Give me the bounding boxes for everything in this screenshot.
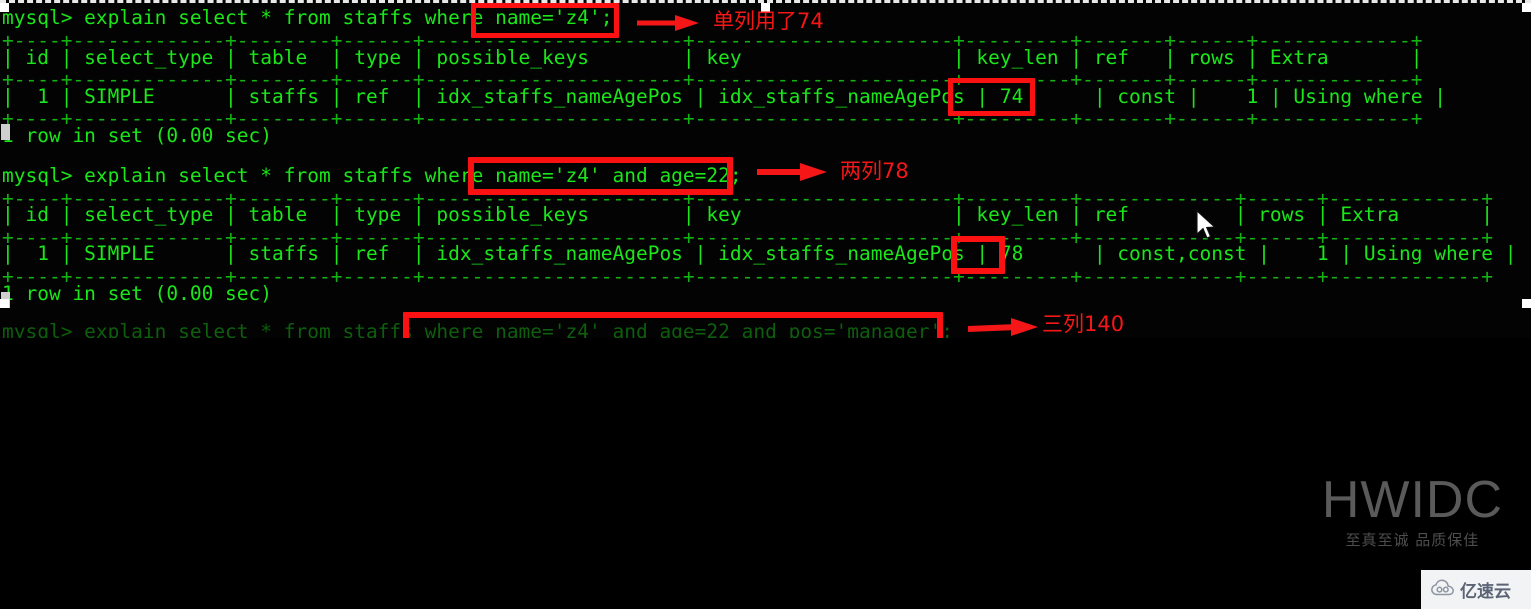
brand-badge[interactable]: 亿速云 xyxy=(1421,570,1531,609)
annotation-label-1: 单列用了74 xyxy=(713,9,824,33)
annotation-arrow-2 xyxy=(757,161,827,183)
annotation-arrow-3 xyxy=(968,315,1038,337)
page-background xyxy=(0,338,1531,609)
annotation-arrow-1 xyxy=(637,12,699,34)
watermark-tagline: 至真至诚 品质保佳 xyxy=(1345,531,1480,549)
highlight-box-key-len-78 xyxy=(951,236,1005,274)
watermark-logo-text: HWIDC xyxy=(1321,471,1503,529)
terminal-table-row-2: | 1 | SIMPLE | staffs | ref | idx_staffs… xyxy=(2,242,1517,265)
terminal-cursor xyxy=(1,124,10,140)
terminal-result-1: 1 row in set (0.00 sec) xyxy=(2,124,273,147)
annotation-label-2: 两列78 xyxy=(840,159,909,183)
brand-badge-label: 亿速云 xyxy=(1460,582,1511,602)
watermark: HWIDC 至真至诚 品质保佳 xyxy=(1322,472,1503,550)
mouse-cursor-icon xyxy=(1196,209,1218,242)
highlight-box-where-clause-1 xyxy=(471,3,619,38)
highlight-box-key-len-74 xyxy=(948,78,1035,116)
highlight-box-where-clause-2 xyxy=(468,157,733,195)
selection-handle-top-right[interactable] xyxy=(1522,3,1531,12)
terminal-table-header-2: | id | select_type | table | type | poss… xyxy=(2,203,1493,226)
terminal-table-row-1: | 1 | SIMPLE | staffs | ref | idx_staffs… xyxy=(2,85,1447,108)
selection-handle-mid-right[interactable] xyxy=(1522,299,1531,308)
cloud-icon xyxy=(1431,579,1455,600)
terminal-cursor xyxy=(1,292,10,308)
terminal-result-2: 1 row in set (0.00 sec) xyxy=(2,282,273,305)
terminal-table-header-1: | id | select_type | table | type | poss… xyxy=(2,46,1423,69)
annotation-label-3: 三列140 xyxy=(1042,312,1125,336)
